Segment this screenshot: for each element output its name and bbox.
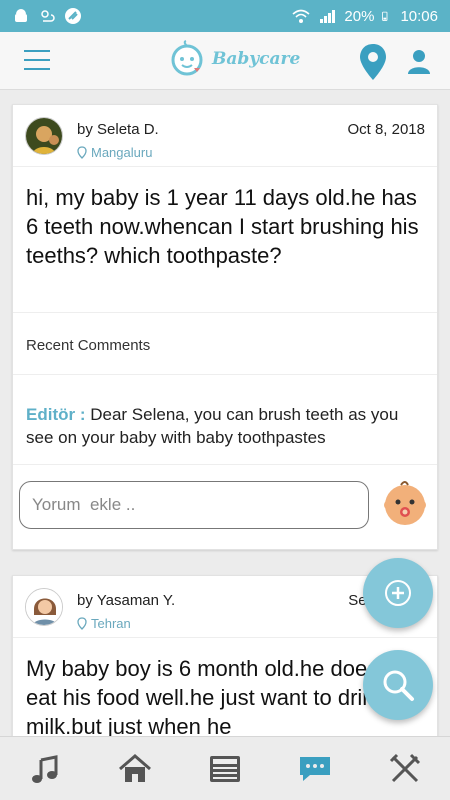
status-time: 10:06 xyxy=(400,7,438,25)
news-icon xyxy=(210,755,240,782)
post-location-text: Mangaluru xyxy=(91,145,153,160)
signal-icon xyxy=(320,10,336,23)
editor-label: Editör : xyxy=(26,405,86,424)
nav-recipes[interactable] xyxy=(375,744,435,794)
map-pin-icon[interactable] xyxy=(358,42,388,82)
avatar[interactable] xyxy=(25,588,63,626)
location-pin-icon xyxy=(77,617,87,630)
hamburger-menu-icon[interactable] xyxy=(24,50,50,72)
user-icon[interactable] xyxy=(406,48,432,74)
chat-icon xyxy=(300,756,330,781)
post-location: Tehran xyxy=(77,616,131,631)
post-date: Oct 8, 2018 xyxy=(347,121,425,138)
utensils-icon xyxy=(389,753,421,782)
baby-face-logo-icon xyxy=(171,40,203,76)
post-author: by Yasaman Y. xyxy=(77,592,176,609)
search-button[interactable] xyxy=(363,650,433,720)
music-icon xyxy=(32,754,58,783)
weather-icon xyxy=(41,10,55,22)
post-location: Mangaluru xyxy=(77,145,152,160)
nav-music[interactable] xyxy=(15,744,75,794)
nav-home[interactable] xyxy=(105,744,165,794)
post-location-text: Tehran xyxy=(91,616,131,631)
status-right-icons: 20% 10:06 xyxy=(292,7,438,25)
post-question[interactable]: hi, my baby is 1 year 11 days old.he has… xyxy=(13,167,437,313)
search-icon xyxy=(383,670,414,701)
battery-percentage: 20% xyxy=(344,7,375,25)
comment-row xyxy=(13,465,437,549)
post-author: by Seleta D. xyxy=(77,121,159,138)
nav-news[interactable] xyxy=(195,744,255,794)
add-icon xyxy=(385,580,411,606)
bottom-navigation xyxy=(0,736,450,800)
app-name: Babycare xyxy=(212,49,301,69)
editor-comment: Editör : Dear Selena, you can brush teet… xyxy=(13,375,437,465)
app-notification-icon xyxy=(65,8,81,24)
post-card: by Seleta D. Mangaluru Oct 8, 2018 hi, m… xyxy=(12,104,438,550)
location-pin-icon xyxy=(77,146,87,159)
android-logo-icon xyxy=(15,9,27,22)
wifi-icon xyxy=(292,9,310,23)
posts-feed[interactable]: by Seleta D. Mangaluru Oct 8, 2018 hi, m… xyxy=(0,90,450,736)
status-bar: 20% 10:06 xyxy=(0,0,450,32)
add-post-button[interactable] xyxy=(363,558,433,628)
post-header: by Seleta D. Mangaluru Oct 8, 2018 xyxy=(13,105,437,167)
app-header: Babycare xyxy=(0,32,450,90)
comment-input[interactable] xyxy=(19,481,369,529)
home-icon xyxy=(119,753,151,782)
baby-face-icon[interactable] xyxy=(381,479,429,527)
battery-icon xyxy=(382,11,388,21)
recent-comments-label: Recent Comments xyxy=(13,313,437,375)
avatar[interactable] xyxy=(25,117,63,155)
nav-chat[interactable] xyxy=(285,744,345,794)
app-logo: Babycare xyxy=(170,40,300,78)
status-left-icons xyxy=(12,7,82,25)
